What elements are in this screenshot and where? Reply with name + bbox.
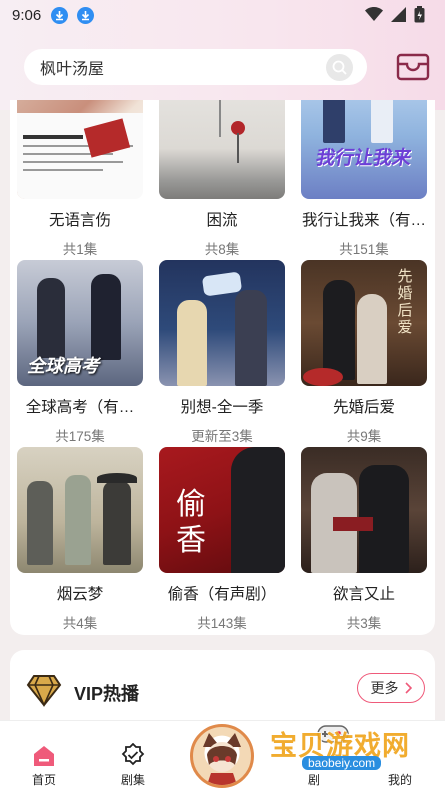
cover-image bbox=[159, 260, 285, 386]
grid-item[interactable]: 别想-全一季 更新至3集 bbox=[158, 260, 286, 445]
episode-count: 共151集 bbox=[339, 242, 389, 257]
status-time: 9:06 bbox=[12, 6, 42, 24]
inbox-icon[interactable] bbox=[396, 52, 430, 82]
grid-item[interactable]: 困流 共8集 bbox=[158, 100, 286, 258]
badge-check-icon bbox=[121, 743, 145, 766]
episode-count: 共1集 bbox=[62, 242, 98, 257]
nav-home-label: 首页 bbox=[31, 773, 56, 787]
status-bar: 9:06 bbox=[0, 0, 445, 30]
cover-image bbox=[301, 447, 427, 573]
cover-title: 偷香 bbox=[176, 487, 206, 558]
more-label: 更多 bbox=[370, 680, 399, 696]
diamond-icon bbox=[26, 675, 62, 707]
drama-grid: 无语言伤 共1集 困流 共8集 我行让我来 我行让我来（有… 共151集 全球高… bbox=[10, 100, 435, 635]
drama-title: 全球高考（有… bbox=[25, 399, 135, 416]
download-icon bbox=[77, 6, 95, 24]
search-icon bbox=[332, 60, 347, 75]
watermark: 宝贝游戏网 baobeiy.com bbox=[270, 722, 440, 782]
episode-count: 共8集 bbox=[204, 242, 240, 257]
episode-count: 共143集 bbox=[197, 616, 247, 631]
episode-count: 共9集 bbox=[346, 429, 382, 444]
signal-icon bbox=[391, 7, 406, 22]
search-input[interactable]: 枫叶汤屋 bbox=[24, 49, 367, 85]
cover-image: 我行让我来 bbox=[301, 100, 427, 199]
nav-drama[interactable]: 剧集 bbox=[103, 721, 163, 788]
episode-count: 共3集 bbox=[346, 616, 382, 631]
grid-item[interactable]: 欲言又止 共3集 bbox=[300, 447, 428, 632]
battery-icon bbox=[414, 6, 425, 23]
avatar bbox=[203, 733, 241, 785]
drama-title: 烟云梦 bbox=[56, 586, 104, 603]
more-button[interactable]: 更多 bbox=[357, 673, 425, 703]
grid-item[interactable]: 全球高考 全球高考（有… 共175集 bbox=[16, 260, 144, 445]
wifi-icon bbox=[365, 7, 383, 21]
cover-image bbox=[17, 100, 143, 199]
cover-image: 先婚后爱 bbox=[301, 260, 427, 386]
watermark-url: baobeiy.com bbox=[302, 756, 382, 770]
home-icon bbox=[34, 746, 54, 766]
drama-title: 困流 bbox=[206, 212, 238, 229]
cover-title: 先婚后爱 bbox=[397, 268, 413, 336]
search-button[interactable] bbox=[326, 54, 353, 81]
grid-item[interactable]: 偷香 偷香（有声剧） 共143集 bbox=[158, 447, 286, 632]
nav-home[interactable]: 首页 bbox=[14, 721, 74, 788]
nav-drama-label: 剧集 bbox=[120, 773, 145, 787]
cover-title: 全球高考 bbox=[27, 356, 99, 376]
grid-item[interactable]: 我行让我来 我行让我来（有… 共151集 bbox=[300, 100, 428, 258]
grid-item[interactable]: 烟云梦 共4集 bbox=[16, 447, 144, 632]
episode-count: 共4集 bbox=[62, 616, 98, 631]
drama-title: 先婚后爱 bbox=[332, 399, 395, 416]
download-icon bbox=[51, 6, 69, 24]
search-query: 枫叶汤屋 bbox=[40, 61, 105, 78]
center-avatar-button[interactable] bbox=[190, 724, 254, 788]
vip-title: VIP热播 bbox=[74, 684, 140, 704]
drama-title: 我行让我来（有… bbox=[301, 212, 426, 229]
episode-count: 更新至3集 bbox=[191, 429, 253, 444]
cover-image bbox=[17, 447, 143, 573]
cover-title: 我行让我来 bbox=[314, 148, 413, 169]
chevron-right-icon bbox=[404, 682, 412, 694]
grid-item[interactable]: 无语言伤 共1集 bbox=[16, 100, 144, 258]
drama-title: 偷香（有声剧） bbox=[167, 586, 277, 603]
cover-image bbox=[159, 100, 285, 199]
cover-image: 偷香 bbox=[159, 447, 285, 573]
drama-title: 无语言伤 bbox=[48, 212, 111, 229]
drama-title: 欲言又止 bbox=[332, 586, 395, 603]
drama-title: 别想-全一季 bbox=[180, 399, 264, 416]
cover-image: 全球高考 bbox=[17, 260, 143, 386]
grid-item[interactable]: 先婚后爱 先婚后爱 共9集 bbox=[300, 260, 428, 445]
episode-count: 共175集 bbox=[55, 429, 105, 444]
